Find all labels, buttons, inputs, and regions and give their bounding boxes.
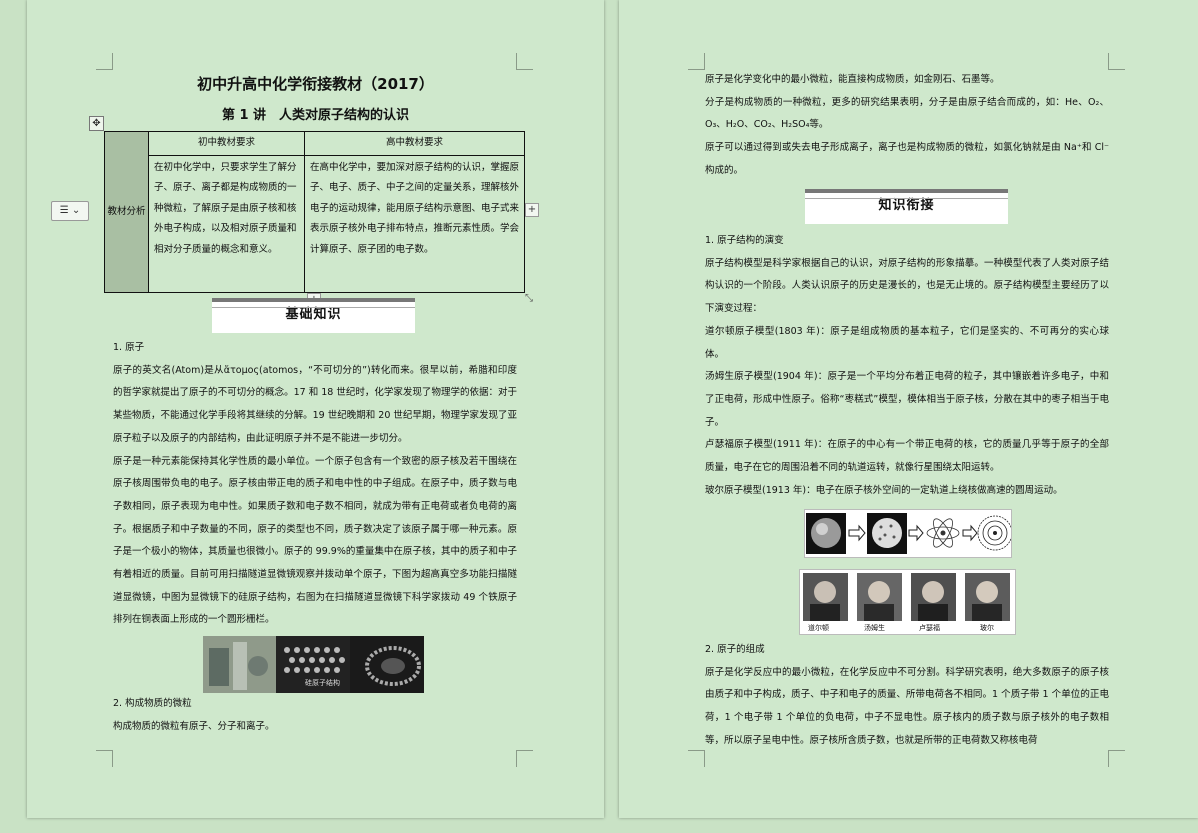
table-move-handle-icon[interactable]: ✥ xyxy=(89,116,104,131)
table-cell-senior-requirements[interactable]: 在高中化学中，要加深对原子结构的认识，掌握原子、电子、质子、中子之间的定量关系，… xyxy=(304,154,525,293)
body-text-block: 2. 原子的组成 原子是化学反应中的最小微粒，在化学反应中不可分割。科学研究表明… xyxy=(705,639,1109,809)
section-header-basic-knowledge: 基础知识 xyxy=(212,298,415,333)
paragraph: 2. 原子的组成 xyxy=(705,644,765,655)
margin-corner-mark xyxy=(516,750,533,767)
paragraph: 卢瑟福原子模型(1911 年)：在原子的中心有一个带正电荷的核，它的质量几乎等于… xyxy=(705,439,1109,474)
body-text-block: 原子是化学变化中的最小微粒，能直接构成物质，如金刚石、石墨等。 分子是构成物质的… xyxy=(705,69,1109,183)
lesson-subtitle: 第 1 讲 人类对原子结构的认识 xyxy=(221,108,410,123)
paragraph: 构成物质的微粒有原子、分子和离子。 xyxy=(113,720,275,732)
layout-options-button[interactable]: ☰ ⌄ xyxy=(51,201,89,221)
add-column-plus-icon[interactable]: + xyxy=(525,203,539,217)
paragraph: 原子可以通过得到或失去电子形成离子，离子也是构成物质的微粒，如氯化钠就是由 Na… xyxy=(705,142,1109,176)
scientists-portraits-image: 道尔顿 汤姆生 卢瑟福 玻尔 xyxy=(799,569,1016,635)
margin-corner-mark xyxy=(688,53,705,70)
margin-corner-mark xyxy=(516,53,533,70)
body-text-block: 1. 原子结构的演变 原子结构模型是科学家根据自己的认识，对原子结构的形象描摹。… xyxy=(705,230,1109,502)
paragraph: 分子是构成物质的一种微粒，更多的研究结果表明，分子是由原子结合而成的，如：He、… xyxy=(705,96,1109,131)
table-column-header-junior: 初中教材要求 xyxy=(148,131,305,156)
margin-corner-mark xyxy=(96,53,113,70)
scientist-name: 玻尔 xyxy=(980,624,994,632)
paragraph: 玻尔原子模型(1913 年)：电子在原子核外空间的一定轨道上绕核做高速的圆周运动… xyxy=(705,484,1063,496)
paragraph: 1. 原子结构的演变 xyxy=(705,235,784,246)
paragraph: 汤姆生原子模型(1904 年)：原子是一个平均分布着正电荷的粒子，其中镶嵌着许多… xyxy=(705,371,1109,428)
table-cell-junior-requirements[interactable]: 在初中化学中，只要求学生了解分子、原子、离子都是构成物质的一种微粒，了解原子是由… xyxy=(148,154,305,293)
section-header-knowledge-bridge: 知识衔接 xyxy=(805,189,1008,224)
scientist-name: 汤姆生 xyxy=(864,624,885,632)
document-page-2: 原子是化学变化中的最小微粒，能直接构成物质，如金刚石、石墨等。 分子是构成物质的… xyxy=(619,0,1198,818)
scientist-name: 道尔顿 xyxy=(808,624,829,632)
photo-caption: 硅原子结构 xyxy=(305,679,340,687)
body-text-block: 1. 原子 原子的英文名(Atom)是从ἄτομος(atomos，“不可切分的… xyxy=(113,337,517,632)
paragraph: 道尔顿原子模型(1803 年)：原子是组成物质的基本粒子，它们是坚实的、不可再分… xyxy=(705,325,1109,360)
scientist-name: 卢瑟福 xyxy=(919,624,940,632)
paragraph: 原子是化学变化中的最小微粒，能直接构成物质，如金刚石、石墨等。 xyxy=(705,74,1000,85)
margin-corner-mark xyxy=(1108,750,1125,767)
margin-corner-mark xyxy=(688,750,705,767)
atomic-models-evolution-image xyxy=(804,509,1013,558)
curriculum-requirements-table[interactable]: 教材分析 初中教材要求 高中教材要求 在初中化学中，只要求学生了解分子、原子、离… xyxy=(104,131,525,293)
document-page-1: 初中升高中化学衔接教材（2017） 第 1 讲 人类对原子结构的认识 ✥ 教材分… xyxy=(27,0,604,818)
table-column-header-senior: 高中教材要求 xyxy=(304,131,525,156)
microscope-photos-image: 硅原子结构 xyxy=(203,636,424,693)
body-text-block: 2. 构成物质的微粒 构成物质的微粒有原子、分子和离子。 xyxy=(113,693,517,738)
document-title: 初中升高中化学衔接教材（2017） xyxy=(197,75,434,93)
paragraph: 原子是一种元素能保持其化学性质的最小单位。一个原子包含有一个致密的原子核及若干围… xyxy=(113,455,517,626)
paragraph: 原子的英文名(Atom)是从ἄτομος(atomos，“不可切分的”)转化而来… xyxy=(113,364,517,444)
paragraph: 1. 原子 xyxy=(113,342,145,353)
paragraph: 原子是化学反应中的最小微粒，在化学反应中不可分割。科学研究表明，绝大多数原子的原… xyxy=(705,666,1109,746)
paragraph: 原子结构模型是科学家根据自己的认识，对原子结构的形象描摹。一种模型代表了人类对原… xyxy=(705,257,1109,315)
table-resize-handle-icon[interactable]: ⤡ xyxy=(525,293,533,304)
paragraph: 2. 构成物质的微粒 xyxy=(113,698,192,709)
table-row-header: 教材分析 xyxy=(104,131,149,293)
margin-corner-mark xyxy=(96,750,113,767)
margin-corner-mark xyxy=(1108,53,1125,70)
